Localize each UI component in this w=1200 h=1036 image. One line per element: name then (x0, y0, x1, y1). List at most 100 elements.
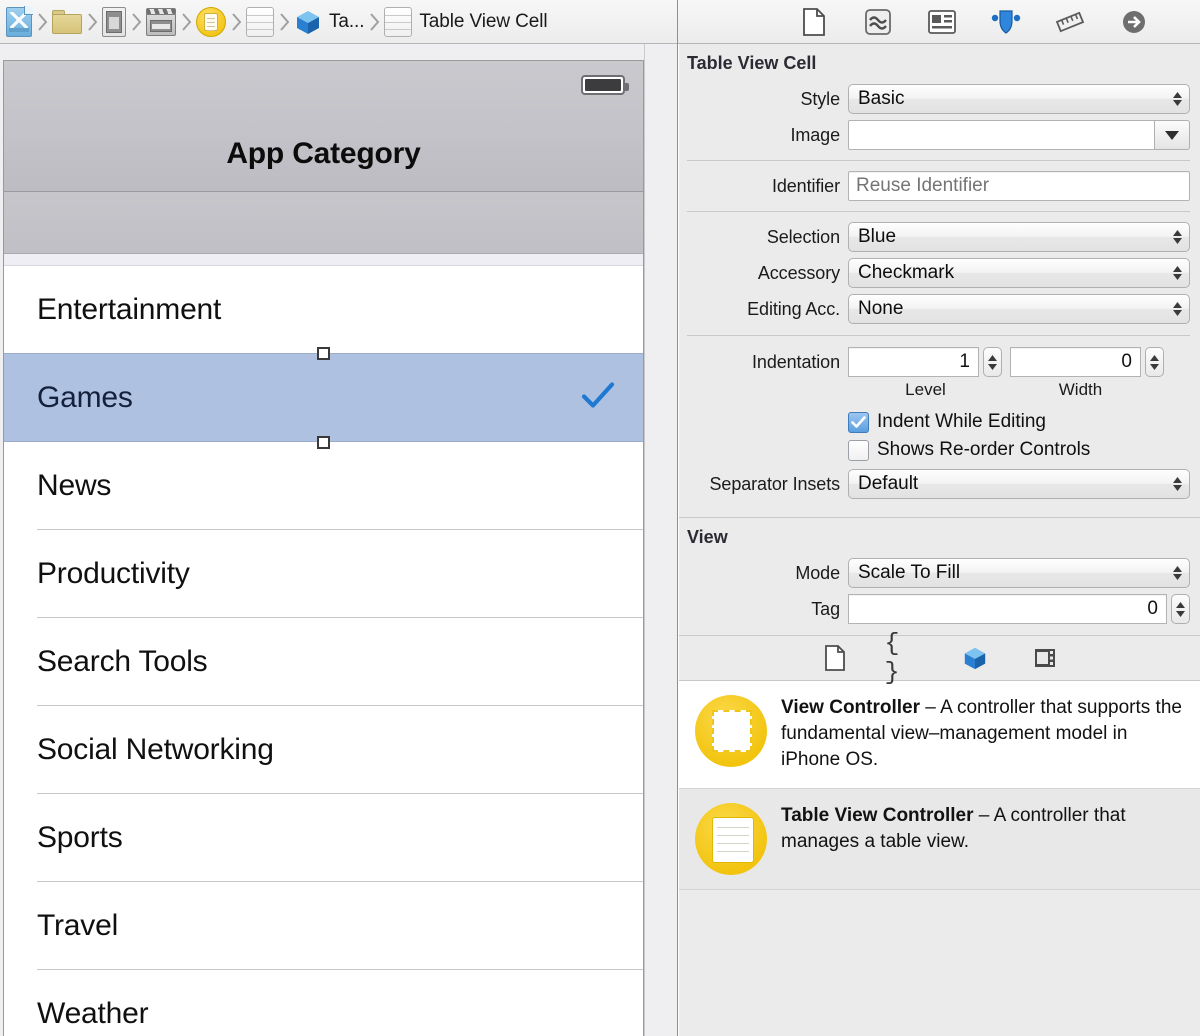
chevron-right-icon (365, 9, 383, 35)
identifier-row[interactable]: Identifier (679, 168, 1200, 204)
chevron-updown-icon (1173, 230, 1182, 244)
library-item-title: Table View Controller (781, 805, 974, 826)
panel-divider[interactable] (677, 0, 678, 1036)
library-tab-bar[interactable]: { } (679, 635, 1200, 681)
checkmark-icon (581, 381, 615, 416)
accessory-popup-button[interactable]: Checkmark (848, 258, 1190, 288)
file-inspector-tab[interactable] (792, 5, 836, 39)
breadcrumb-item-storyboard[interactable] (102, 7, 126, 37)
indentation-width-group[interactable]: 0 (1010, 347, 1164, 377)
object-library-tab[interactable] (955, 642, 995, 674)
object-cube-icon (294, 8, 322, 36)
mode-value: Scale To Fill (849, 562, 960, 584)
divider (687, 211, 1190, 212)
selection-popup-button[interactable]: Blue (848, 222, 1190, 252)
breadcrumb-item-view-controller[interactable] (196, 7, 226, 37)
breadcrumb-item-scene[interactable] (146, 8, 176, 36)
tag-group[interactable]: 0 (848, 594, 1190, 624)
chevron-right-icon (177, 9, 195, 35)
selection-handle-bottom[interactable] (317, 436, 330, 449)
breadcrumb-item-table-view[interactable] (246, 7, 274, 37)
scene-icon (146, 8, 176, 36)
identifier-input[interactable] (848, 171, 1190, 201)
table-row[interactable]: Productivity (4, 530, 643, 618)
table-row-label: Social Networking (4, 733, 274, 767)
breadcrumb-item-table-view-cell-label: Table View Cell (419, 11, 547, 33)
identifier-label: Identifier (679, 176, 840, 197)
navigation-bar: App Category (4, 61, 643, 192)
image-label: Image (679, 125, 840, 146)
separator-insets-label: Separator Insets (679, 474, 840, 495)
chevron-updown-icon (1173, 92, 1182, 106)
indentation-row[interactable]: Indentation 1 0 (679, 344, 1200, 380)
table-row-label: Games (4, 381, 133, 415)
breadcrumb-item-table-view-cell[interactable]: Table View Cell (384, 7, 547, 37)
indent-while-editing-checkbox[interactable] (848, 412, 869, 433)
image-dropdown-button[interactable] (1154, 120, 1190, 150)
table-row[interactable]: Weather (4, 970, 643, 1036)
selection-row[interactable]: Selection Blue (679, 219, 1200, 255)
chevron-updown-icon (1173, 302, 1182, 316)
editing-accessory-popup-button[interactable]: None (848, 294, 1190, 324)
separator-insets-popup-button[interactable]: Default (848, 469, 1190, 499)
image-combo-box[interactable] (848, 120, 1190, 150)
library-item[interactable]: Table View Controller – A controller tha… (679, 789, 1200, 890)
indentation-level-stepper[interactable] (983, 347, 1002, 377)
image-row[interactable]: Image (679, 117, 1200, 153)
file-template-library-tab[interactable] (815, 642, 855, 674)
mode-row[interactable]: Mode Scale To Fill (679, 555, 1200, 591)
attributes-inspector-panel[interactable]: Table View Cell Style Basic Image (679, 44, 1200, 1036)
table-row[interactable]: Search Tools (4, 618, 643, 706)
table-view[interactable]: Entertainment Games News (4, 266, 643, 1036)
table-row[interactable]: Entertainment (4, 266, 643, 354)
media-library-tab[interactable] (1025, 642, 1065, 674)
mode-label: Mode (679, 563, 840, 584)
size-inspector-tab[interactable] (1048, 5, 1092, 39)
library-item[interactable]: View Controller – A controller that supp… (679, 681, 1200, 789)
selection-handle-top[interactable] (317, 347, 330, 360)
quick-help-inspector-tab[interactable] (856, 5, 900, 39)
style-label: Style (679, 89, 840, 110)
chevron-right-icon (127, 9, 145, 35)
interface-builder-canvas[interactable]: App Category Entertainment Games (0, 44, 678, 1036)
tag-input[interactable]: 0 (848, 594, 1167, 624)
accessory-row[interactable]: Accessory Checkmark (679, 255, 1200, 291)
separator-insets-row[interactable]: Separator Insets Default (679, 466, 1200, 502)
editing-accessory-row[interactable]: Editing Acc. None (679, 291, 1200, 327)
image-input[interactable] (848, 120, 1154, 150)
table-row[interactable]: Sports (4, 794, 643, 882)
inspector-tab-bar[interactable] (678, 0, 1200, 44)
tag-stepper[interactable] (1171, 594, 1190, 624)
navigation-bar-title: App Category (4, 137, 643, 171)
attributes-inspector-tab[interactable] (984, 5, 1028, 39)
breadcrumb-item-object[interactable]: Ta... (294, 8, 364, 36)
navigation-sub-bar (4, 192, 643, 254)
mode-popup-button[interactable]: Scale To Fill (848, 558, 1190, 588)
connections-inspector-tab[interactable] (1112, 5, 1156, 39)
breadcrumb[interactable]: Ta... Table View Cell (0, 0, 678, 44)
shows-reorder-controls-row[interactable]: Shows Re-order Controls (679, 436, 1200, 464)
tag-row[interactable]: Tag 0 (679, 591, 1200, 627)
breadcrumb-item-project[interactable] (6, 7, 32, 37)
breadcrumb-item-folder[interactable] (52, 10, 82, 34)
identity-inspector-tab[interactable] (920, 5, 964, 39)
breadcrumb-item-object-label: Ta... (329, 11, 364, 33)
indentation-label: Indentation (679, 352, 840, 373)
indent-while-editing-row[interactable]: Indent While Editing (679, 408, 1200, 436)
indentation-level-sublabel: Level (848, 380, 1003, 400)
style-row[interactable]: Style Basic (679, 81, 1200, 117)
indentation-sublabels: Level Width (679, 380, 1200, 400)
table-row[interactable]: Social Networking (4, 706, 643, 794)
indentation-width-input[interactable]: 0 (1010, 347, 1141, 377)
table-row-selected[interactable]: Games (4, 354, 643, 442)
style-popup-button[interactable]: Basic (848, 84, 1190, 114)
table-row[interactable]: News (4, 442, 643, 530)
indentation-level-group[interactable]: 1 (848, 347, 1002, 377)
iphone-preview[interactable]: App Category Entertainment Games (3, 60, 644, 1036)
indentation-level-input[interactable]: 1 (848, 347, 979, 377)
shows-reorder-controls-checkbox[interactable] (848, 440, 869, 461)
code-snippet-library-tab[interactable]: { } (885, 642, 925, 674)
table-view-controller-library-icon (695, 803, 767, 875)
table-row[interactable]: Travel (4, 882, 643, 970)
indentation-width-stepper[interactable] (1145, 347, 1164, 377)
